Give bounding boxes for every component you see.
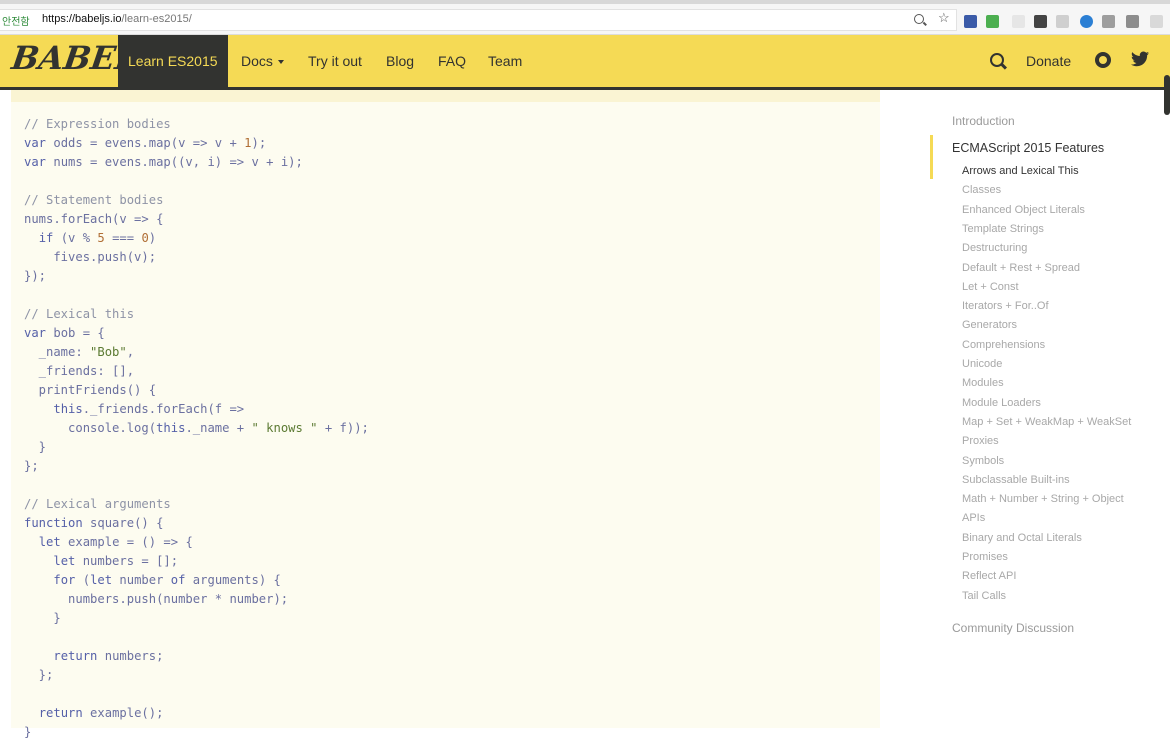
sidebar-item[interactable]: Reflect API — [962, 570, 1016, 582]
code-line: for (let number of arguments) { — [53, 573, 281, 587]
nav-docs-label: Docs — [241, 53, 273, 69]
url-path: /learn-es2015/ — [121, 13, 192, 25]
code-line: _name: "Bob", — [24, 345, 135, 359]
code-line: this._friends.forEach(f => — [53, 402, 245, 416]
sidebar-item[interactable]: Symbols — [962, 455, 1004, 467]
site-navbar: BABEL Learn ES2015 Docs Try it out Blog … — [0, 35, 1170, 115]
code-line: return example(); — [38, 706, 164, 720]
nav-faq[interactable]: FAQ — [438, 35, 466, 87]
code-line: let numbers = []; — [53, 554, 179, 568]
code-block-top — [11, 90, 880, 102]
sidebar-item[interactable]: Iterators + For..Of — [962, 300, 1049, 312]
sidebar-item[interactable]: Enhanced Object Literals — [962, 204, 1085, 216]
nav-try-it-out[interactable]: Try it out — [308, 35, 362, 87]
sidebar-item[interactable]: APIs — [962, 512, 985, 524]
sidebar-item[interactable]: Comprehensions — [962, 339, 1045, 351]
code-line: // Statement bodies — [24, 193, 164, 207]
sidebar-item[interactable]: Math + Number + String + Object — [962, 493, 1124, 505]
code-listing: // Expression bodies var odds = evens.ma… — [24, 115, 369, 742]
sidebar-section-es2015-features[interactable]: ECMAScript 2015 Features — [952, 141, 1104, 155]
sidebar-introduction[interactable]: Introduction — [952, 114, 1015, 128]
twitter-icon[interactable] — [1131, 51, 1149, 67]
sidebar-item[interactable]: Map + Set + WeakMap + WeakSet — [962, 416, 1131, 428]
sidebar-item[interactable]: Promises — [962, 551, 1008, 563]
code-line: var odds = evens.map(v => v + 1); — [24, 136, 267, 150]
url-host: https://babeljs.io — [42, 13, 122, 25]
code-line: }); — [24, 269, 47, 283]
code-line: if (v % 5 === 0) — [38, 231, 157, 245]
code-line: let example = () => { — [38, 535, 193, 549]
code-line: var nums = evens.map((v, i) => v + i); — [24, 155, 303, 169]
code-line: } — [24, 725, 32, 739]
url-field[interactable]: 안전함 https://babeljs.io/learn-es2015/ — [0, 9, 957, 31]
nav-learn-es2015[interactable]: Learn ES2015 — [118, 35, 228, 87]
extension-icon-8[interactable] — [1126, 15, 1139, 28]
browser-address-bar: 안전함 https://babeljs.io/learn-es2015/ ☆ — [0, 4, 1170, 35]
extension-icon-1[interactable] — [964, 15, 977, 28]
sidebar-item[interactable]: Subclassable Built-ins — [962, 474, 1070, 486]
code-line: fives.push(v); — [24, 250, 157, 264]
url-text[interactable]: https://babeljs.io/learn-es2015/ — [42, 13, 192, 25]
sidebar-item[interactable]: Unicode — [962, 358, 1002, 370]
nav-blog[interactable]: Blog — [386, 35, 414, 87]
code-line: } — [24, 611, 61, 625]
code-line: return numbers; — [53, 649, 164, 663]
code-line: } — [24, 440, 47, 454]
sidebar-item[interactable]: Classes — [962, 184, 1001, 196]
code-line: }; — [24, 668, 54, 682]
sidebar-item[interactable]: Let + Const — [962, 281, 1019, 293]
sidebar-item[interactable]: Modules — [962, 377, 1004, 389]
extension-icon-3[interactable] — [1012, 15, 1025, 28]
code-line: // Lexical arguments — [24, 497, 171, 511]
search-icon[interactable] — [990, 53, 1004, 67]
extension-icon-7[interactable] — [1102, 15, 1115, 28]
code-line: console.log(this._name + " knows " + f))… — [24, 421, 369, 435]
sidebar-community-discussion[interactable]: Community Discussion — [952, 621, 1074, 635]
bookmark-star-icon[interactable]: ☆ — [938, 11, 950, 25]
extension-icon-9[interactable] — [1150, 15, 1163, 28]
extension-icon-4[interactable] — [1034, 15, 1047, 28]
code-line: // Expression bodies — [24, 117, 171, 131]
code-line: _friends: [], — [24, 364, 135, 378]
sidebar-item[interactable]: Template Strings — [962, 223, 1044, 235]
extension-icon-2[interactable] — [986, 15, 999, 28]
zoom-icon[interactable] — [914, 14, 924, 24]
sidebar-item[interactable]: Proxies — [962, 435, 999, 447]
donate-link[interactable]: Donate — [1026, 35, 1071, 87]
code-line: }; — [24, 459, 39, 473]
sidebar-item[interactable]: Binary and Octal Literals — [962, 532, 1082, 544]
extension-icon-6[interactable] — [1080, 15, 1093, 28]
code-line: nums.forEach(v => { — [24, 212, 164, 226]
github-icon[interactable] — [1095, 52, 1111, 68]
code-line: // Lexical this — [24, 307, 135, 321]
code-line: numbers.push(number * number); — [24, 592, 289, 606]
sidebar-item[interactable]: Destructuring — [962, 242, 1027, 254]
secure-indicator[interactable]: 안전함 — [2, 13, 30, 28]
nav-docs[interactable]: Docs — [241, 35, 284, 87]
code-line: var bob = { — [24, 326, 105, 340]
active-section-indicator — [930, 135, 933, 179]
sidebar-item[interactable]: Tail Calls — [962, 590, 1006, 602]
code-line: printFriends() { — [24, 383, 157, 397]
nav-team[interactable]: Team — [488, 35, 522, 87]
code-block: // Expression bodies var odds = evens.ma… — [11, 90, 880, 739]
code-line: function square() { — [24, 516, 164, 530]
window-scrollbar[interactable] — [1164, 75, 1170, 115]
sidebar-item[interactable]: Module Loaders — [962, 397, 1041, 409]
sidebar-item[interactable]: Arrows and Lexical This — [962, 165, 1079, 177]
extension-icon-5[interactable] — [1056, 15, 1069, 28]
chevron-down-icon — [277, 60, 284, 65]
sidebar-item[interactable]: Generators — [962, 319, 1017, 331]
sidebar-item[interactable]: Default + Rest + Spread — [962, 262, 1080, 274]
